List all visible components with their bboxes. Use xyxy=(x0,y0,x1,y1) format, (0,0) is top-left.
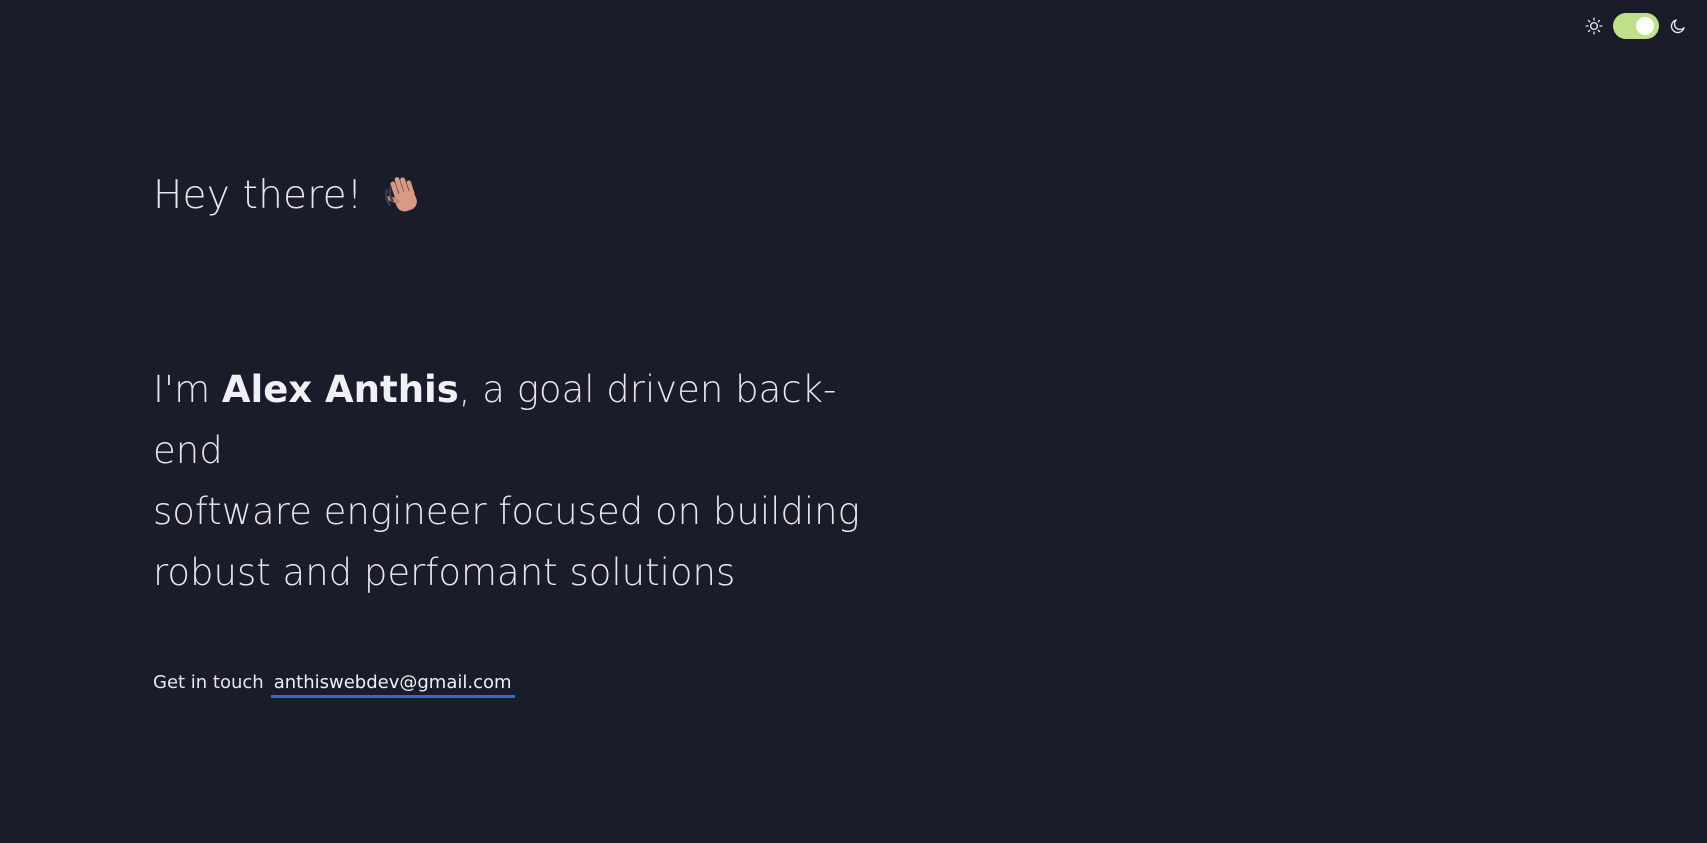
intro-paragraph: I'm Alex Anthis, a goal driven back-end … xyxy=(153,359,873,603)
intro-line2: software engineer focused on building xyxy=(153,490,860,533)
greeting-text: Hey there! xyxy=(153,173,363,218)
theme-toggle[interactable] xyxy=(1613,13,1659,39)
page: Hey there! I'm Alex Anthis, a goal drive… xyxy=(0,0,1707,843)
intro-prefix: I'm xyxy=(153,368,222,411)
sun-icon xyxy=(1585,17,1603,35)
email-link[interactable]: anthiswebdev@gmail.com xyxy=(270,672,515,698)
greeting-heading: Hey there! xyxy=(153,168,427,224)
contact-row: Get in touch anthiswebdev@gmail.com xyxy=(153,672,515,698)
contact-label: Get in touch xyxy=(153,672,264,693)
author-name: Alex Anthis xyxy=(221,368,459,411)
moon-icon xyxy=(1670,19,1685,34)
toggle-knob xyxy=(1636,17,1654,35)
intro-line3: robust and perfomant solutions xyxy=(153,551,736,594)
theme-switch xyxy=(1585,13,1687,39)
waving-hand-icon xyxy=(384,177,417,212)
